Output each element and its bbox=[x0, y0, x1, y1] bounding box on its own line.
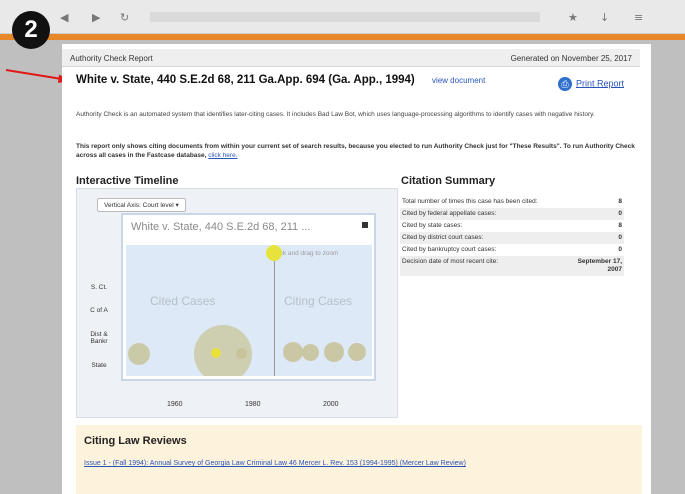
timeline-chart: White v. State, 440 S.E.2d 68, 211 ... C… bbox=[121, 213, 376, 381]
step-badge: 2 bbox=[12, 11, 50, 49]
print-label: Print Report bbox=[576, 78, 625, 89]
citation-bubble[interactable] bbox=[128, 343, 150, 365]
star-icon[interactable]: ★ bbox=[568, 11, 578, 24]
browser-toolbar: ◀ ▶ ↻ ★ ↓ ≡ bbox=[0, 0, 685, 34]
back-icon[interactable]: ◀ bbox=[60, 11, 68, 24]
vertical-axis-select[interactable]: Vertical Axis: Court level ▾ bbox=[97, 198, 186, 212]
summary-row: Cited by federal appellate cases: 0 bbox=[400, 208, 624, 220]
citation-bubble[interactable] bbox=[324, 342, 344, 362]
timeline-panel: Vertical Axis: Court level ▾ White v. St… bbox=[76, 188, 398, 418]
y-label-supreme-court: S. Ct. bbox=[90, 284, 108, 291]
citation-bubble[interactable] bbox=[283, 342, 303, 362]
summary-label: Cited by district court cases: bbox=[400, 232, 568, 244]
citation-bubble[interactable] bbox=[302, 344, 319, 361]
description-text: Authority Check is an automated system t… bbox=[76, 111, 595, 118]
view-document-link[interactable]: view document bbox=[432, 76, 485, 85]
summary-label: Total number of times this case has been… bbox=[402, 198, 538, 205]
scope-note: This report only shows citing documents … bbox=[76, 142, 636, 160]
summary-value: September 17, 2007 bbox=[568, 256, 624, 276]
citation-bubble[interactable] bbox=[211, 348, 221, 358]
report-header: Authority Check Report Generated on Nove… bbox=[62, 49, 640, 67]
forward-icon[interactable]: ▶ bbox=[92, 11, 100, 24]
x-tick-label: 1960 bbox=[167, 401, 183, 408]
y-label-district-bankruptcy: Dist & Bankr bbox=[90, 331, 108, 345]
citation-summary-table: Total number of times this case has been… bbox=[400, 196, 624, 276]
generated-date: Generated on November 25, 2017 bbox=[510, 54, 632, 63]
print-icon: ⎙ bbox=[558, 77, 572, 91]
report-page: Authority Check Report Generated on Nove… bbox=[62, 44, 651, 494]
case-title: White v. State, 440 S.E.2d 68, 211 Ga.Ap… bbox=[76, 74, 546, 87]
case-citation: White v. State, 440 S.E.2d 68, 211 Ga.Ap… bbox=[76, 74, 415, 86]
summary-value: 0 bbox=[618, 246, 622, 253]
address-bar[interactable] bbox=[150, 12, 540, 22]
law-reviews-heading: Citing Law Reviews bbox=[84, 435, 187, 447]
plot-area[interactable]: Click and drag to zoom Cited Cases Citin… bbox=[126, 245, 372, 376]
axis-select-value: Vertical Axis: Court level bbox=[104, 202, 174, 209]
cited-citing-divider bbox=[274, 245, 275, 376]
summary-label: Cited by federal appellate cases: bbox=[400, 208, 568, 220]
click-here-link[interactable]: click here. bbox=[208, 152, 237, 159]
accent-strip bbox=[0, 34, 685, 40]
menu-icon[interactable]: ≡ bbox=[634, 11, 643, 24]
summary-row: Cited by bankruptcy court cases: 0 bbox=[400, 244, 624, 256]
law-review-link[interactable]: Issue 1 - (Fall 1994): Annual Survey of … bbox=[84, 459, 624, 468]
cited-case-marker[interactable] bbox=[266, 245, 282, 261]
citation-bubble[interactable] bbox=[348, 343, 366, 361]
refresh-icon[interactable]: ↻ bbox=[120, 11, 129, 24]
y-label-court-of-appeals: C of A bbox=[90, 307, 108, 314]
cited-cases-label: Cited Cases bbox=[150, 294, 216, 308]
summary-row: Total number of times this case has been… bbox=[400, 196, 624, 208]
citing-cases-label: Citing Cases bbox=[284, 294, 353, 308]
law-reviews-section: Citing Law Reviews Issue 1 - (Fall 1994)… bbox=[76, 425, 642, 494]
download-icon[interactable]: ↓ bbox=[600, 11, 609, 24]
citation-bubble[interactable] bbox=[236, 348, 247, 359]
print-report-button[interactable]: ⎙ Print Report bbox=[558, 77, 624, 91]
summary-heading: Citation Summary bbox=[401, 175, 496, 187]
summary-value: 0 bbox=[568, 232, 624, 244]
x-tick-label: 2000 bbox=[323, 401, 339, 408]
report-type-label: Authority Check Report bbox=[70, 54, 153, 63]
scope-note-text: This report only shows citing documents … bbox=[76, 143, 635, 159]
summary-value: 8 bbox=[618, 198, 622, 205]
summary-row: Cited by district court cases: 0 bbox=[400, 232, 624, 244]
summary-label: Cited by bankruptcy court cases: bbox=[402, 246, 497, 253]
chevron-down-icon: ▾ bbox=[175, 202, 179, 209]
summary-value: 0 bbox=[568, 208, 624, 220]
x-tick-label: 1980 bbox=[245, 401, 261, 408]
summary-row: Decision date of most recent cite: Septem… bbox=[400, 256, 624, 276]
summary-row: Cited by state cases: 8 bbox=[400, 220, 624, 232]
y-label-state: State bbox=[91, 362, 107, 369]
chart-title: White v. State, 440 S.E.2d 68, 211 ... bbox=[131, 221, 311, 233]
summary-value: 8 bbox=[618, 222, 622, 229]
summary-label: Cited by state cases: bbox=[402, 222, 463, 229]
timeline-heading: Interactive Timeline bbox=[76, 175, 179, 187]
chart-menu-icon[interactable] bbox=[362, 222, 368, 228]
summary-label: Decision date of most recent cite: bbox=[400, 256, 568, 276]
